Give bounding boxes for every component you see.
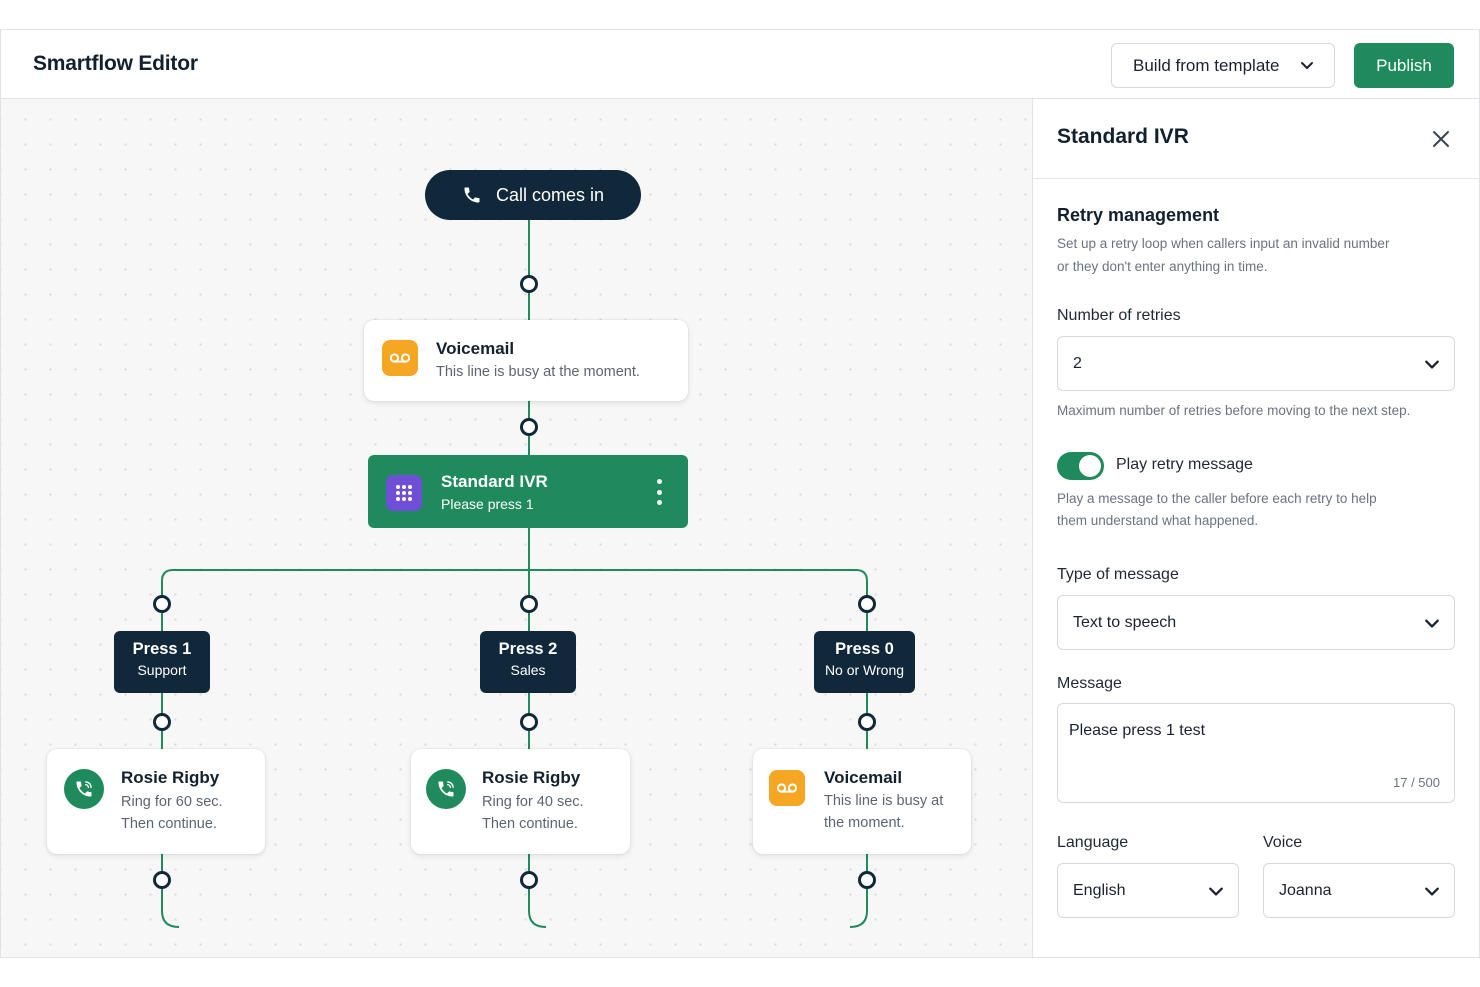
- voicemail-node[interactable]: Voicemail This line is busy at the momen…: [364, 320, 688, 401]
- chevron-down-icon: [1301, 62, 1313, 69]
- voicemail-icon: [769, 770, 805, 806]
- connector-handle: [520, 595, 538, 613]
- voice-label: Voice: [1263, 834, 1303, 851]
- message-type-label: Type of message: [1057, 566, 1179, 583]
- message-value: Please press 1 test: [1069, 722, 1206, 739]
- node-line-1: Ring for 60 sec.: [121, 794, 223, 810]
- section-title: Retry management: [1057, 205, 1220, 225]
- connector-handle: [520, 713, 538, 731]
- node-title: Voicemail: [436, 339, 515, 358]
- node-subtitle: Please press 1: [441, 496, 534, 512]
- panel-header: Standard IVR: [1033, 99, 1480, 179]
- character-count: 17 / 500: [1393, 775, 1440, 790]
- toggle-help: Play a message to the caller before each…: [1057, 491, 1377, 506]
- node-line-2: the moment.: [824, 815, 905, 831]
- node-line-1: Ring for 40 sec.: [482, 794, 584, 810]
- kebab-icon[interactable]: [650, 477, 668, 507]
- message-type-select[interactable]: Text to speech: [1057, 595, 1455, 650]
- language-label: Language: [1057, 834, 1129, 851]
- language-value: English: [1073, 881, 1126, 899]
- node-title: Rosie Rigby: [121, 768, 220, 787]
- option-press-1[interactable]: Press 1 Support: [114, 631, 210, 693]
- phone-call-icon: [426, 769, 466, 809]
- voice-select[interactable]: Joanna: [1263, 863, 1455, 918]
- option-title: Press 2: [498, 640, 558, 658]
- option-press-0[interactable]: Press 0 No or Wrong: [814, 631, 915, 693]
- voicemail-node[interactable]: Voicemail This line is busy at the momen…: [753, 749, 971, 854]
- toggle-knob: [1079, 455, 1101, 477]
- connector-handle: [520, 275, 538, 293]
- node-line-2: Then continue.: [482, 816, 578, 832]
- option-title: Press 0: [835, 640, 894, 658]
- option-press-2[interactable]: Press 2 Sales: [480, 631, 576, 693]
- retries-help: Maximum number of retries before moving …: [1057, 403, 1411, 418]
- node-title: Standard IVR: [441, 472, 548, 491]
- ring-agent-node[interactable]: Rosie Rigby Ring for 40 sec. Then contin…: [411, 749, 630, 854]
- voicemail-icon: [382, 340, 418, 376]
- option-subtitle: Sales: [510, 662, 546, 678]
- option-title: Press 1: [132, 640, 192, 658]
- panel-title: Standard IVR: [1057, 125, 1189, 148]
- connector-handle: [153, 595, 171, 613]
- app-title: Smartflow Editor: [33, 52, 198, 75]
- smartflow-editor-window: Smartflow Editor Build from template Pub…: [0, 29, 1480, 958]
- chevron-down-icon: [1425, 887, 1439, 896]
- call-comes-in-label: Call comes in: [495, 184, 605, 205]
- toggle-help: them understand what happened.: [1057, 513, 1259, 528]
- voice-value: Joanna: [1279, 881, 1332, 899]
- connector-handle: [858, 595, 876, 613]
- node-title: Voicemail: [824, 768, 903, 787]
- chevron-down-icon: [1209, 887, 1223, 896]
- node-line-2: Then continue.: [121, 816, 217, 832]
- play-retry-message-toggle[interactable]: [1057, 452, 1104, 480]
- node-line-1: This line is busy at: [824, 793, 944, 809]
- build-from-template-label: Build from template: [1133, 55, 1280, 75]
- phone-call-icon: [64, 769, 104, 809]
- message-textarea[interactable]: Please press 1 test 17 / 500: [1057, 703, 1455, 803]
- close-icon[interactable]: [1429, 127, 1453, 151]
- node-title: Rosie Rigby: [482, 768, 581, 787]
- language-select[interactable]: English: [1057, 863, 1239, 918]
- section-help: Set up a retry loop when callers input a…: [1057, 236, 1390, 251]
- retries-label: Number of retries: [1057, 307, 1181, 324]
- connector-handle: [858, 713, 876, 731]
- retries-select[interactable]: 2: [1057, 336, 1455, 391]
- connector-handle: [520, 871, 538, 889]
- ring-agent-node[interactable]: Rosie Rigby Ring for 60 sec. Then contin…: [47, 749, 265, 854]
- chevron-down-icon: [1425, 360, 1439, 369]
- build-from-template-dropdown[interactable]: Build from template: [1111, 43, 1335, 88]
- message-type-value: Text to speech: [1073, 613, 1177, 631]
- standard-ivr-node[interactable]: Standard IVR Please press 1: [368, 455, 688, 528]
- toggle-label: Play retry message: [1116, 456, 1253, 473]
- connector-handle: [858, 871, 876, 889]
- chevron-down-icon: [1425, 619, 1439, 628]
- retries-value: 2: [1073, 354, 1082, 372]
- publish-button[interactable]: Publish: [1354, 43, 1454, 88]
- keypad-icon: [386, 475, 422, 511]
- option-subtitle: Support: [137, 662, 187, 678]
- connector-handle: [153, 871, 171, 889]
- node-subtitle: This line is busy at the moment.: [436, 364, 640, 380]
- properties-panel: Standard IVR Retry management Set up a r…: [1032, 99, 1480, 957]
- flow-canvas[interactable]: Call comes in Voicemail This line is bus…: [1, 99, 1032, 957]
- option-subtitle: No or Wrong: [824, 662, 905, 678]
- section-help: or they don't enter anything in time.: [1057, 259, 1268, 274]
- phone-icon: [464, 187, 480, 203]
- top-bar: Smartflow Editor Build from template Pub…: [1, 30, 1479, 99]
- connector-handle: [153, 713, 171, 731]
- call-comes-in-node[interactable]: Call comes in: [425, 170, 641, 220]
- connector-handle: [520, 418, 538, 436]
- message-label: Message: [1057, 675, 1122, 692]
